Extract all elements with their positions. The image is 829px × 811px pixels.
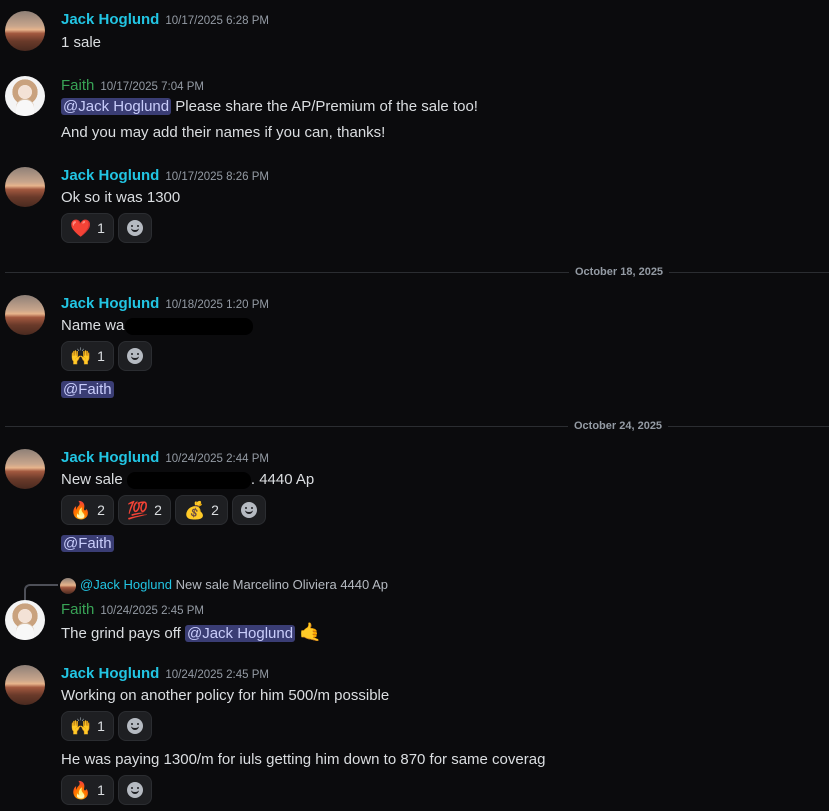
reply-connector [24, 584, 58, 600]
timestamp: 10/17/2025 7:04 PM [100, 81, 204, 93]
raised-hands-emoji: 🙌 [70, 716, 92, 736]
author-name[interactable]: Jack Hoglund [61, 665, 159, 682]
add-reaction-button[interactable] [231, 495, 266, 525]
author-name[interactable]: Faith [61, 601, 94, 618]
add-reaction-button[interactable] [117, 213, 152, 243]
reaction-count: 2 [211, 502, 219, 518]
avatar[interactable] [5, 11, 45, 51]
timestamp: 10/24/2025 2:44 PM [165, 453, 269, 465]
author-name[interactable]: Faith [61, 77, 94, 94]
reaction-heart[interactable]: ❤️ 1 [61, 213, 114, 243]
reply-text: New sale Marcelino Oliviera 4440 Ap [175, 577, 389, 592]
message-text: New sale . 4440 Ap [61, 471, 314, 489]
avatar[interactable] [5, 76, 45, 116]
timestamp: 10/18/2025 1:20 PM [165, 299, 269, 311]
message-text: Working on another policy for him 500/m … [61, 687, 390, 704]
mention-line: @Faith [61, 535, 114, 552]
timestamp: 10/24/2025 2:45 PM [100, 605, 204, 617]
reaction-hundred[interactable]: 💯 2 [117, 495, 171, 525]
reaction-fire[interactable]: 🔥 2 [61, 495, 114, 525]
author-name[interactable]: Jack Hoglund [61, 167, 159, 184]
message-text-part: New sale [61, 471, 123, 488]
avatar[interactable] [5, 449, 45, 489]
reactions-bar: 🔥 1 [61, 775, 152, 805]
author-name[interactable]: Jack Hoglund [61, 11, 159, 28]
reaction-fire[interactable]: 🔥 1 [61, 775, 114, 805]
message-text-part: Name wa [61, 317, 125, 334]
heart-emoji: ❤️ [70, 218, 92, 238]
smiley-icon [240, 502, 257, 518]
message-text: @Jack Hoglund Please share the AP/Premiu… [61, 98, 478, 115]
reaction-raised-hands[interactable]: 🙌 1 [61, 341, 114, 371]
avatar[interactable] [5, 295, 45, 335]
raised-hands-emoji: 🙌 [70, 346, 92, 366]
reactions-bar: 🔥 2 💯 2 💰 2 [61, 495, 266, 525]
reaction-money-bag[interactable]: 💰 2 [174, 495, 228, 525]
date-divider [5, 426, 829, 427]
reaction-raised-hands[interactable]: 🙌 1 [61, 711, 114, 741]
reaction-count: 2 [97, 502, 105, 518]
date-divider-label: October 24, 2025 [568, 420, 669, 432]
message-text-part: . 4440 Ap [250, 471, 315, 488]
money-bag-emoji: 💰 [183, 500, 206, 520]
smiley-icon [126, 348, 143, 364]
avatar[interactable] [5, 600, 45, 640]
fire-emoji: 🔥 [70, 780, 92, 800]
avatar[interactable] [5, 665, 45, 705]
fire-emoji: 🔥 [70, 500, 92, 520]
avatar[interactable] [5, 167, 45, 207]
message-text-part: The grind pays off [61, 625, 185, 642]
redaction-block [125, 317, 254, 335]
reaction-count: 1 [97, 220, 105, 236]
date-divider-label: October 18, 2025 [569, 266, 670, 278]
message-text-part: Please share the AP/Premium of the sale … [171, 98, 478, 115]
reactions-bar: 🙌 1 [61, 341, 152, 371]
add-reaction-button[interactable] [117, 711, 152, 741]
message-text: 1 sale [61, 34, 102, 51]
user-mention[interactable]: @Jack Hoglund [61, 98, 172, 115]
smiley-icon [126, 782, 143, 798]
timestamp: 10/24/2025 2:45 PM [165, 669, 269, 681]
message-text: Name wa [61, 317, 254, 335]
reply-avatar [60, 577, 76, 594]
reactions-bar: 🙌 1 [61, 711, 152, 741]
author-name[interactable]: Jack Hoglund [61, 295, 159, 312]
redaction-block [126, 471, 251, 489]
user-mention[interactable]: @Faith [61, 381, 114, 398]
message-text: Ok so it was 1300 [61, 189, 181, 206]
reply-author[interactable]: @Jack Hoglund [80, 577, 172, 592]
add-reaction-button[interactable] [117, 341, 152, 371]
message-text: And you may add their names if you can, … [61, 124, 386, 141]
message-text: The grind pays off @Jack Hoglund 🤙 [61, 622, 322, 643]
reaction-count: 1 [97, 782, 105, 798]
reaction-count: 2 [154, 502, 162, 518]
reaction-count: 1 [97, 718, 105, 734]
reaction-count: 1 [97, 348, 105, 364]
user-mention[interactable]: @Faith [61, 535, 114, 552]
smiley-icon [126, 718, 143, 734]
mention-line: @Faith [61, 381, 114, 398]
timestamp: 10/17/2025 8:26 PM [165, 171, 269, 183]
add-reaction-button[interactable] [117, 775, 152, 805]
user-mention[interactable]: @Jack Hoglund [184, 625, 296, 642]
message-text: He was paying 1300/m for iuls getting hi… [61, 751, 546, 768]
author-name[interactable]: Jack Hoglund [61, 449, 159, 466]
hundred-emoji: 💯 [126, 500, 149, 520]
timestamp: 10/17/2025 6:28 PM [165, 15, 269, 27]
reactions-bar: ❤️ 1 [61, 213, 152, 243]
date-divider [5, 272, 829, 273]
reply-preview[interactable]: @Jack Hoglund New sale Marcelino Olivier… [60, 577, 388, 594]
call-me-hand-emoji: 🤙 [299, 622, 322, 642]
smiley-icon [126, 220, 143, 236]
